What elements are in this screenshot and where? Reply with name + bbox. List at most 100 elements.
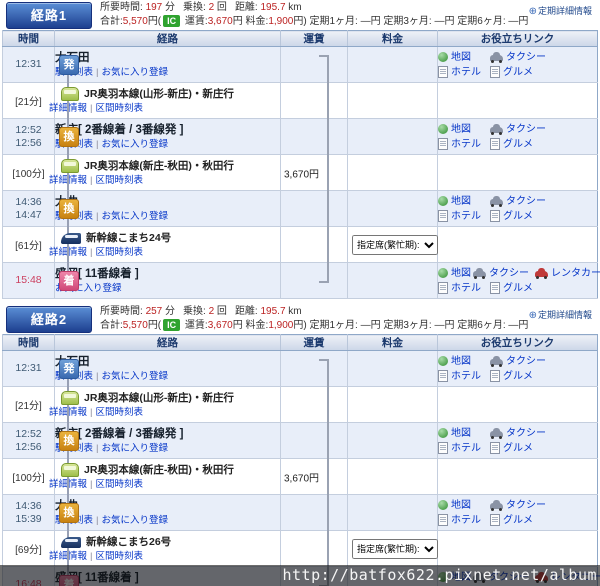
gourmet-icon bbox=[490, 370, 500, 382]
station-sublinks: 駅時刻表|お気に入り登録 bbox=[55, 67, 280, 78]
fare-cell bbox=[280, 494, 348, 531]
link-gourmet[interactable]: グルメ bbox=[490, 513, 533, 528]
leg-sublink[interactable]: 区間時刻表 bbox=[95, 551, 143, 562]
fare-bracket bbox=[319, 118, 329, 155]
sublink-separator: | bbox=[90, 407, 93, 418]
links-cell: 地図 タクシーホテル グルメ bbox=[437, 190, 598, 227]
fare-bracket bbox=[319, 530, 329, 567]
link-hotel[interactable]: ホテル bbox=[438, 513, 488, 528]
sublink-separator: | bbox=[96, 514, 99, 526]
hotel-icon bbox=[438, 514, 448, 526]
station-sublink[interactable]: お気に入り登録 bbox=[101, 371, 168, 382]
station-sublink[interactable]: お気に入り登録 bbox=[101, 139, 168, 150]
fare-cell bbox=[280, 386, 348, 423]
link-hotel[interactable]: ホテル bbox=[438, 137, 488, 152]
station-name: 新庄[ 2番線着 / 3番線発 ] bbox=[55, 427, 184, 440]
links-cell bbox=[437, 530, 598, 567]
sublink-separator: | bbox=[96, 210, 99, 222]
leg-sublink[interactable]: 区間時刻表 bbox=[95, 479, 143, 490]
leg-sublinks: 詳細情報|区間時刻表 bbox=[49, 551, 280, 562]
link-hotel[interactable]: ホテル bbox=[438, 369, 488, 384]
link-row: 地図 タクシー レンタカー bbox=[438, 266, 600, 281]
link-gourmet[interactable]: グルメ bbox=[490, 441, 533, 456]
summary-value: 257 bbox=[145, 306, 163, 317]
seat-fare-select[interactable]: 指定席(繁忙期): bbox=[352, 234, 438, 255]
time-cell: 14:36 14:47 bbox=[2, 190, 55, 227]
link-hotel[interactable]: ホテル bbox=[438, 281, 488, 296]
charge-cell bbox=[347, 46, 438, 83]
fare-amount: 3,670円 bbox=[284, 169, 320, 180]
link-map[interactable]: 地図 bbox=[438, 122, 488, 137]
link-label: ホテル bbox=[451, 66, 481, 78]
link-hotel[interactable]: ホテル bbox=[438, 441, 488, 456]
leg-sublink[interactable]: 区間時刻表 bbox=[95, 103, 143, 114]
station-sublink[interactable]: お気に入り登録 bbox=[101, 443, 168, 454]
link-label: 地図 bbox=[451, 427, 471, 439]
col-header-fare: 運賃 bbox=[280, 30, 348, 47]
link-label: タクシー bbox=[489, 267, 529, 279]
time-value: 12:31 bbox=[15, 58, 42, 70]
link-taxi[interactable]: タクシー bbox=[490, 354, 546, 369]
link-map[interactable]: 地図 bbox=[438, 498, 488, 513]
station-sublink[interactable]: お気に入り登録 bbox=[101, 211, 168, 222]
fare-bracket bbox=[319, 422, 329, 459]
links-cell: 地図 タクシー ホテル グルメ bbox=[437, 46, 598, 83]
seat-fare-select[interactable]: 指定席(繁忙期): bbox=[352, 538, 438, 559]
link-map[interactable]: 地図 bbox=[438, 194, 488, 209]
link-taxi[interactable]: タクシー bbox=[490, 194, 546, 209]
summary-item: 距離: 195.7 km bbox=[235, 306, 302, 317]
link-label: グルメ bbox=[503, 138, 533, 150]
link-taxi[interactable]: タクシー bbox=[490, 122, 546, 137]
station-sublinks: 駅時刻表|お気に入り登録 bbox=[55, 139, 280, 150]
leg-sublink[interactable]: 区間時刻表 bbox=[95, 175, 143, 186]
link-map[interactable]: 地図 bbox=[438, 266, 471, 281]
leg-sublink[interactable]: 区間時刻表 bbox=[95, 247, 143, 258]
link-label: 地図 bbox=[451, 267, 471, 279]
commuter-pass-detail-label: 定期詳細情報 bbox=[537, 6, 592, 16]
train-name: JR奥羽本線(新庄-秋田)・秋田行 bbox=[84, 463, 234, 476]
link-gourmet[interactable]: グルメ bbox=[490, 65, 533, 80]
station-row: 12:5212:56 換 新庄[ 2番線着 / 3番線発 ] 駅時刻表|お気に入… bbox=[2, 118, 598, 155]
commuter-pass-detail-link[interactable]: ⊕定期詳細情報 bbox=[529, 308, 592, 321]
station-cell: 発 大石田 駅時刻表|お気に入り登録 bbox=[54, 350, 281, 387]
leg-row: [100分] JR奥羽本線(新庄-秋田)・秋田行 詳細情報|区間時刻表 3,67… bbox=[2, 154, 598, 191]
leg-sublink[interactable]: 区間時刻表 bbox=[95, 407, 143, 418]
taxi-icon bbox=[490, 124, 503, 135]
link-gourmet[interactable]: グルメ bbox=[490, 281, 533, 296]
fare-amount: 3,670円 bbox=[284, 473, 320, 484]
link-rentacar[interactable]: レンタカー bbox=[535, 266, 600, 281]
link-gourmet[interactable]: グルメ bbox=[490, 137, 533, 152]
local-train-icon bbox=[61, 159, 79, 173]
fare-label: 運賃: bbox=[182, 16, 208, 27]
station-sublink[interactable]: お気に入り登録 bbox=[101, 515, 168, 526]
link-label: ホテル bbox=[451, 282, 481, 294]
link-hotel[interactable]: ホテル bbox=[438, 209, 488, 224]
link-map[interactable]: 地図 bbox=[438, 426, 488, 441]
link-label: タクシー bbox=[506, 195, 546, 207]
link-label: グルメ bbox=[503, 514, 533, 526]
summary-item: 所要時間: 257 分 bbox=[100, 306, 175, 317]
col-header-time: 時間 bbox=[2, 30, 55, 47]
fare-cell bbox=[280, 262, 348, 299]
link-gourmet[interactable]: グルメ bbox=[490, 369, 533, 384]
station-sublink[interactable]: お気に入り登録 bbox=[101, 67, 168, 78]
link-taxi[interactable]: タクシー bbox=[490, 498, 546, 513]
link-gourmet[interactable]: グルメ bbox=[490, 209, 533, 224]
commuter-pass-detail-link[interactable]: ⊕定期詳細情報 bbox=[529, 4, 592, 17]
link-taxi[interactable]: タクシー bbox=[490, 426, 546, 441]
gourmet-icon bbox=[490, 210, 500, 222]
link-taxi[interactable]: タクシー bbox=[490, 50, 546, 65]
link-map[interactable]: 地図 bbox=[438, 354, 488, 369]
leg-sublinks: 詳細情報|区間時刻表 bbox=[49, 479, 280, 490]
col-header-route: 経路 bbox=[54, 30, 281, 47]
fare-bracket bbox=[319, 458, 329, 495]
link-hotel[interactable]: ホテル bbox=[438, 65, 488, 80]
link-row: ホテル グルメ bbox=[438, 137, 597, 152]
fare-bracket bbox=[319, 386, 329, 423]
charge-cell bbox=[347, 190, 438, 227]
link-label: グルメ bbox=[503, 370, 533, 382]
link-taxi[interactable]: タクシー bbox=[473, 266, 529, 281]
link-map[interactable]: 地図 bbox=[438, 50, 488, 65]
plus-circle-icon: ⊕ bbox=[528, 310, 537, 321]
time-cell: 12:31 bbox=[2, 46, 55, 83]
